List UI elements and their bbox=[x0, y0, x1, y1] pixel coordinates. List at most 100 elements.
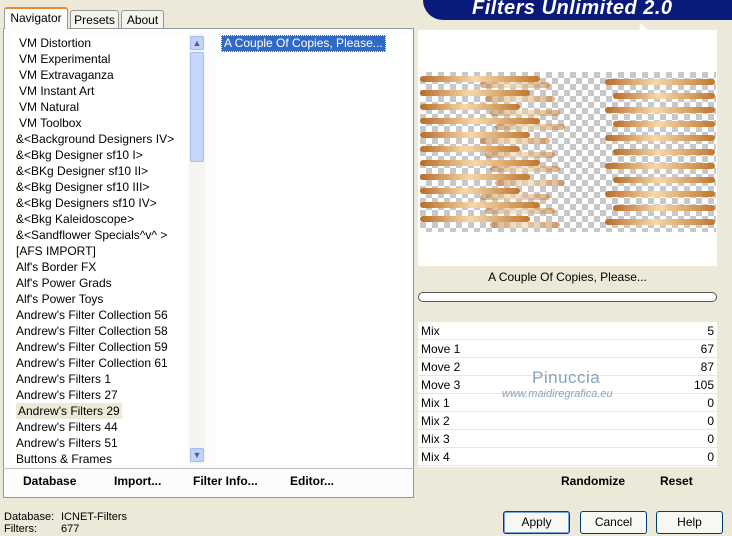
list-item[interactable]: Andrew's Filter Collection 61 bbox=[16, 355, 168, 371]
preview-stripe bbox=[480, 138, 550, 144]
list-item[interactable]: Andrew's Filter Collection 59 bbox=[16, 339, 168, 355]
filters-count-value: 677 bbox=[61, 523, 80, 535]
list-item[interactable]: Andrew's Filters 27 bbox=[16, 387, 118, 403]
list-item[interactable]: VM Extravaganza bbox=[19, 67, 114, 83]
list-item[interactable]: Andrew's Filters 51 bbox=[16, 435, 118, 451]
preview-stripe bbox=[490, 110, 560, 116]
param-value: 105 bbox=[693, 378, 714, 392]
param-value: 5 bbox=[707, 324, 714, 338]
filters-count-label: Filters: bbox=[4, 523, 37, 535]
list-item[interactable]: VM Natural bbox=[19, 99, 79, 115]
param-label: Mix 2 bbox=[421, 414, 450, 428]
database-value: ICNET-Filters bbox=[61, 511, 127, 523]
app-title: Filters Unlimited 2.0 bbox=[472, 0, 673, 19]
param-row[interactable]: Move 1 67 bbox=[418, 340, 717, 358]
preview-stripe bbox=[613, 93, 715, 99]
effect-list[interactable]: A Couple Of Copies, Please... bbox=[216, 34, 412, 464]
list-item[interactable]: Buttons & Frames bbox=[16, 451, 112, 464]
randomize-button[interactable]: Randomize bbox=[561, 474, 625, 488]
param-row[interactable]: Mix 2 0 bbox=[418, 412, 717, 430]
preview-stripe bbox=[485, 96, 555, 102]
list-item[interactable]: VM Toolbox bbox=[19, 115, 81, 131]
list-item[interactable]: Andrew's Filters 29 bbox=[16, 403, 122, 419]
list-item[interactable]: &<BKg Designer sf10 II> bbox=[16, 163, 148, 179]
preview-stripe bbox=[613, 177, 715, 183]
list-item[interactable]: VM Distortion bbox=[19, 35, 91, 51]
import-button[interactable]: Import... bbox=[114, 474, 161, 488]
list-item[interactable]: VM Instant Art bbox=[19, 83, 94, 99]
list-item[interactable]: &<Bkg Designers sf10 IV> bbox=[16, 195, 157, 211]
param-label: Move 3 bbox=[421, 378, 461, 392]
preview-stripe bbox=[605, 163, 715, 169]
list-item[interactable]: VM Experimental bbox=[19, 51, 110, 67]
scroll-up-button[interactable]: ▲ bbox=[190, 36, 204, 50]
apply-button[interactable]: Apply bbox=[503, 511, 570, 534]
param-label: Mix 1 bbox=[421, 396, 450, 410]
preview-stripe bbox=[613, 121, 715, 127]
reset-button[interactable]: Reset bbox=[660, 474, 693, 488]
preview-image bbox=[420, 72, 716, 232]
filter-list-scrollbar[interactable]: ▲ ▼ bbox=[189, 34, 205, 464]
divider bbox=[3, 468, 414, 469]
scroll-thumb[interactable] bbox=[190, 52, 204, 162]
list-item[interactable]: Andrew's Filters 1 bbox=[16, 371, 111, 387]
tab-about[interactable]: About bbox=[121, 10, 164, 28]
list-item[interactable]: Alf's Border FX bbox=[16, 259, 96, 275]
preview-stripe bbox=[495, 124, 565, 130]
database-button[interactable]: Database bbox=[23, 474, 76, 488]
preview-stripe bbox=[485, 208, 555, 214]
preview-stripe bbox=[613, 149, 715, 155]
list-item[interactable]: &<Bkg Designer sf10 III> bbox=[16, 179, 149, 195]
preview-stripe bbox=[605, 107, 715, 113]
param-value: 87 bbox=[700, 360, 714, 374]
param-row[interactable]: Mix 3 0 bbox=[418, 430, 717, 448]
preview-stripe bbox=[613, 205, 715, 211]
help-button[interactable]: Help bbox=[656, 511, 723, 534]
preview-stripe bbox=[605, 219, 715, 225]
filter-category-list[interactable]: VM Distortion VM Experimental VM Extravaga… bbox=[11, 34, 189, 464]
param-label: Move 1 bbox=[421, 342, 461, 356]
list-item[interactable]: &<Bkg Designer sf10 I> bbox=[16, 147, 143, 163]
chevron-down-icon: ▼ bbox=[192, 450, 202, 460]
watermark-site: www.maidiregrafica.eu bbox=[502, 388, 613, 400]
preview-stripe bbox=[605, 191, 715, 197]
param-row[interactable]: Mix 5 bbox=[418, 322, 717, 340]
list-item[interactable]: &<Background Designers IV> bbox=[16, 131, 174, 147]
progress-bar bbox=[418, 292, 717, 302]
database-label: Database: bbox=[4, 511, 55, 523]
param-label: Mix 4 bbox=[421, 450, 450, 464]
preview-stripe bbox=[480, 194, 550, 200]
list-item[interactable]: [AFS IMPORT] bbox=[16, 243, 96, 259]
preview-stripe bbox=[490, 222, 560, 228]
tab-navigator[interactable]: Navigator bbox=[4, 7, 68, 29]
preview-stripe bbox=[495, 180, 565, 186]
preview-stripe bbox=[480, 82, 550, 88]
tab-presets[interactable]: Presets bbox=[70, 10, 119, 28]
preview-stripe bbox=[490, 166, 560, 172]
watermark-name: Pinuccia bbox=[532, 368, 601, 387]
filter-title: A Couple Of Copies, Please... bbox=[488, 270, 647, 284]
chevron-up-icon: ▲ bbox=[192, 38, 202, 48]
list-item[interactable]: Andrew's Filter Collection 56 bbox=[16, 307, 168, 323]
param-label: Mix bbox=[421, 324, 440, 338]
editor-button[interactable]: Editor... bbox=[290, 474, 334, 488]
cancel-button[interactable]: Cancel bbox=[580, 511, 647, 534]
list-item[interactable]: Alf's Power Grads bbox=[16, 275, 112, 291]
list-item[interactable]: Andrew's Filter Collection 58 bbox=[16, 323, 168, 339]
param-value: 0 bbox=[707, 432, 714, 446]
scroll-down-button[interactable]: ▼ bbox=[190, 448, 204, 462]
param-value: 0 bbox=[707, 450, 714, 464]
effect-item-selected[interactable]: A Couple Of Copies, Please... bbox=[221, 35, 386, 52]
list-item[interactable]: Alf's Power Toys bbox=[16, 291, 103, 307]
list-item[interactable]: &<Sandflower Specials^v^ > bbox=[16, 227, 167, 243]
param-value: 0 bbox=[707, 396, 714, 410]
list-item[interactable]: Andrew's Filters 44 bbox=[16, 419, 118, 435]
filter-info-button[interactable]: Filter Info... bbox=[193, 474, 258, 488]
param-row[interactable]: Mix 4 0 bbox=[418, 448, 717, 466]
preview-stripe bbox=[605, 135, 715, 141]
list-item[interactable]: &<Bkg Kaleidoscope> bbox=[16, 211, 134, 227]
param-label: Move 2 bbox=[421, 360, 461, 374]
preview-stripe bbox=[605, 79, 715, 85]
param-value: 0 bbox=[707, 414, 714, 428]
param-label: Mix 3 bbox=[421, 432, 450, 446]
